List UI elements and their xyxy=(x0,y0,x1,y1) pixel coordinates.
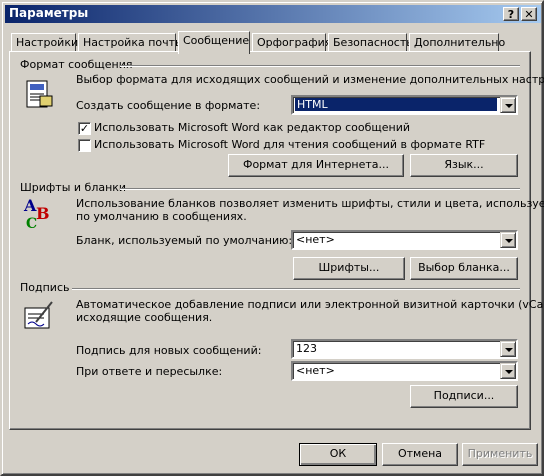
chevron-down-icon[interactable] xyxy=(500,232,516,248)
tab-security[interactable]: Безопасность xyxy=(328,33,413,52)
button-label: Формат для Интернета... xyxy=(242,158,390,171)
word-rtf-checkbox[interactable] xyxy=(78,139,91,152)
button-label: Выбор бланка... xyxy=(418,261,510,274)
signature-description-line1: Автоматическое добавление подписи или эл… xyxy=(76,298,544,311)
compose-format-value: HTML xyxy=(295,98,497,111)
signatures-button[interactable]: Подписи... xyxy=(410,385,518,408)
format-heading: Формат сообщения xyxy=(20,58,133,71)
fonts-description-line1: Использование бланков позволяет изменить… xyxy=(76,197,544,210)
tab-label: Настройки xyxy=(16,36,79,49)
button-label: Язык... xyxy=(444,158,484,171)
message-format-icon xyxy=(22,78,54,113)
fonts-heading: Шрифты и бланки xyxy=(20,181,127,194)
tab-message[interactable]: Сообщение xyxy=(178,31,250,54)
divider xyxy=(120,188,520,190)
chevron-down-icon[interactable] xyxy=(500,97,516,113)
compose-format-label: Создать сообщение в формате: xyxy=(76,99,261,112)
button-label: Отмена xyxy=(397,447,443,460)
close-button[interactable]: ✕ xyxy=(521,7,537,21)
divider xyxy=(120,65,520,67)
tab-spelling[interactable]: Орфография xyxy=(252,33,331,52)
signature-pen-icon xyxy=(22,300,56,335)
chevron-down-icon[interactable] xyxy=(500,363,516,379)
tab-label: Орфография xyxy=(257,36,332,49)
new-messages-signature-select[interactable]: 123 xyxy=(291,339,518,359)
button-label: Применить xyxy=(467,447,533,460)
svg-text:A: A xyxy=(23,196,37,215)
tab-mail-setup[interactable]: Настройка почты xyxy=(78,33,184,52)
apply-button[interactable]: Применить xyxy=(462,443,538,466)
tab-label: Сообщение xyxy=(183,34,250,47)
svg-text:C: C xyxy=(26,216,37,231)
signature-heading: Подпись xyxy=(20,281,70,294)
fonts-button[interactable]: Шрифты... xyxy=(293,257,405,280)
reply-signature-select[interactable]: <нет> xyxy=(291,361,518,381)
chevron-down-icon[interactable] xyxy=(500,341,516,357)
options-dialog: Параметры ? ✕ Настройки Настройка почты … xyxy=(0,0,544,476)
word-editor-label: Использовать Microsoft Word как редактор… xyxy=(94,121,411,134)
format-description: Выбор формата для исходящих сообщений и … xyxy=(76,73,544,86)
ok-button[interactable]: ОК xyxy=(299,443,377,466)
stationery-value: <нет> xyxy=(296,233,335,246)
tab-label: Настройка почты xyxy=(83,36,184,49)
window-title: Параметры xyxy=(9,6,89,20)
button-label: Шрифты... xyxy=(318,261,380,274)
tab-settings[interactable]: Настройки xyxy=(11,33,79,52)
reply-signature-label: При ответе и пересылке: xyxy=(76,365,223,378)
button-label: Подписи... xyxy=(433,389,495,402)
stationery-label: Бланк, используемый по умолчанию: xyxy=(76,234,293,247)
word-editor-checkbox[interactable]: ✓ xyxy=(78,122,91,135)
divider xyxy=(72,288,520,290)
new-messages-signature-label: Подпись для новых сообщений: xyxy=(76,344,262,357)
word-rtf-label: Использовать Microsoft Word для чтения с… xyxy=(94,138,486,151)
stationery-abc-icon: A B C xyxy=(22,195,58,234)
fonts-description-line2: по умолчанию в сообщениях. xyxy=(76,210,247,223)
signature-description-line2: исходящие сообщения. xyxy=(76,311,213,324)
tab-label: Безопасность xyxy=(333,36,413,49)
internet-format-button[interactable]: Формат для Интернета... xyxy=(228,154,404,177)
tab-advanced[interactable]: Дополнительно xyxy=(409,33,505,52)
language-button[interactable]: Язык... xyxy=(410,154,518,177)
tab-label: Дополнительно xyxy=(414,36,506,49)
stationery-select[interactable]: <нет> xyxy=(291,230,518,250)
svg-text:B: B xyxy=(36,204,50,223)
cancel-button[interactable]: Отмена xyxy=(382,443,458,466)
help-button[interactable]: ? xyxy=(503,7,519,21)
new-messages-signature-value: 123 xyxy=(296,342,317,355)
button-label: ОК xyxy=(329,447,347,460)
reply-signature-value: <нет> xyxy=(296,364,335,377)
stationery-picker-button[interactable]: Выбор бланка... xyxy=(410,257,518,280)
compose-format-select[interactable]: HTML xyxy=(291,95,518,115)
title-bar[interactable]: Параметры ? ✕ xyxy=(5,5,541,23)
